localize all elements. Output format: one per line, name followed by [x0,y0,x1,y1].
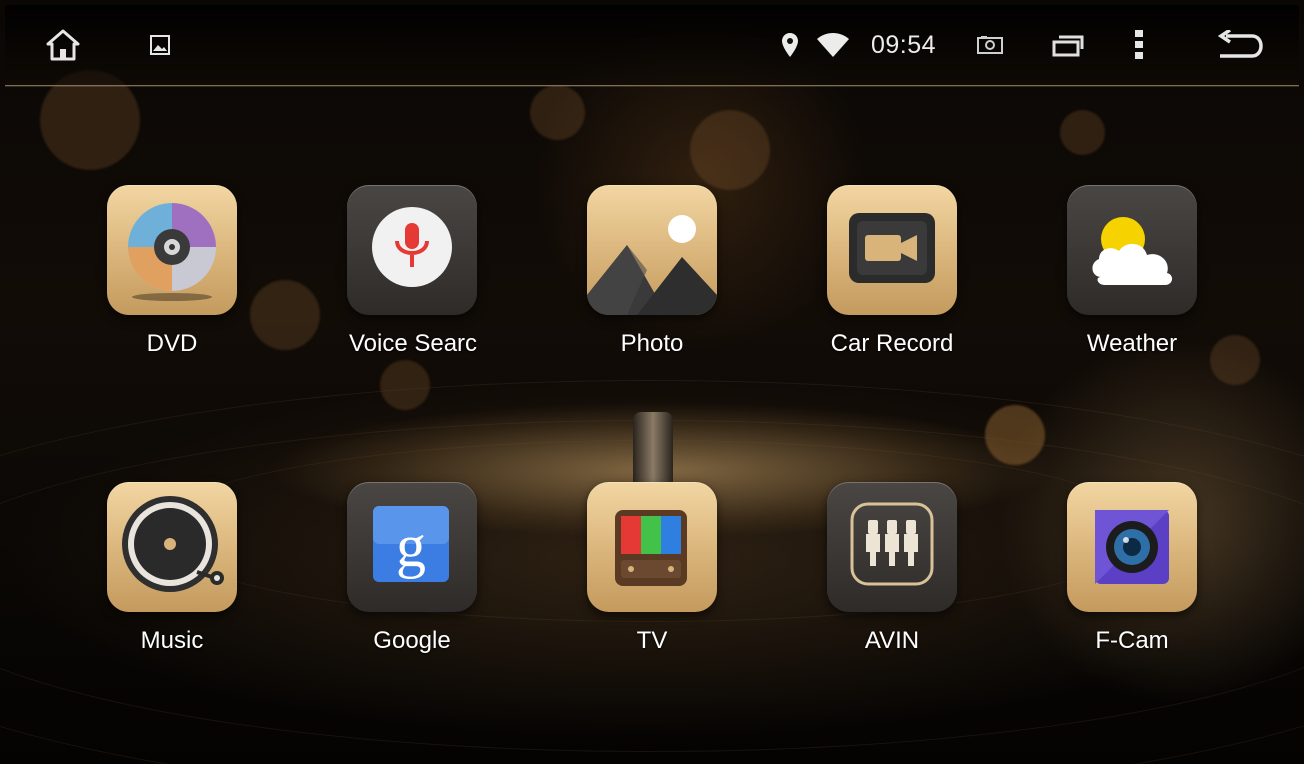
video-camera-icon[interactable] [827,185,957,315]
app-label: Weather [1086,330,1178,357]
google-g-icon[interactable]: g [347,482,477,612]
location-icon [779,27,801,63]
app-google[interactable]: g Google [307,482,487,682]
app-f-cam[interactable]: F-Cam [1027,482,1207,682]
tv-icon[interactable] [587,482,717,612]
record-spindle [633,412,673,492]
app-label: TV [636,627,668,654]
app-music[interactable]: Music [67,482,247,682]
app-label: AVIN [864,627,920,654]
app-weather[interactable]: Weather [1027,185,1207,385]
app-voice-search[interactable]: Voice Searc [307,185,487,385]
app-label: DVD [146,330,198,357]
app-label: Photo [620,330,684,357]
menu-icon[interactable] [1129,27,1149,63]
dvd-disc-icon[interactable] [107,185,237,315]
app-label: F-Cam [1095,627,1169,654]
app-label: Google [373,627,451,654]
app-tv[interactable]: TV [547,482,727,682]
home-screen: 09:54 DVD Voice Searc Photo Car Record W… [0,0,1304,764]
rca-jack-icon[interactable] [827,482,957,612]
app-label: Music [140,627,204,654]
app-label: Car Record [830,330,954,357]
recent-apps-icon[interactable] [1051,27,1085,63]
microphone-icon[interactable] [347,185,477,315]
bokeh-light [530,85,585,140]
gallery-icon[interactable] [148,27,172,63]
svg-text:g: g [396,513,426,579]
bokeh-light [690,110,770,190]
vinyl-record-icon[interactable] [107,482,237,612]
camera-lens-icon[interactable] [1067,482,1197,612]
app-car-record[interactable]: Car Record [787,185,967,385]
screenshot-icon[interactable] [975,27,1005,63]
photo-mountain-icon[interactable] [587,185,717,315]
status-clock: 09:54 [871,31,937,59]
bokeh-light [1060,110,1105,155]
app-photo[interactable]: Photo [547,185,727,385]
weather-cloud-sun-icon[interactable] [1067,185,1197,315]
app-dvd[interactable]: DVD [67,185,247,385]
wifi-icon [815,27,851,63]
home-icon[interactable] [43,27,83,63]
app-label: Voice Searc [348,330,478,357]
app-avin[interactable]: AVIN [787,482,967,682]
status-bar: 09:54 [5,5,1299,86]
back-icon[interactable] [1215,27,1265,63]
